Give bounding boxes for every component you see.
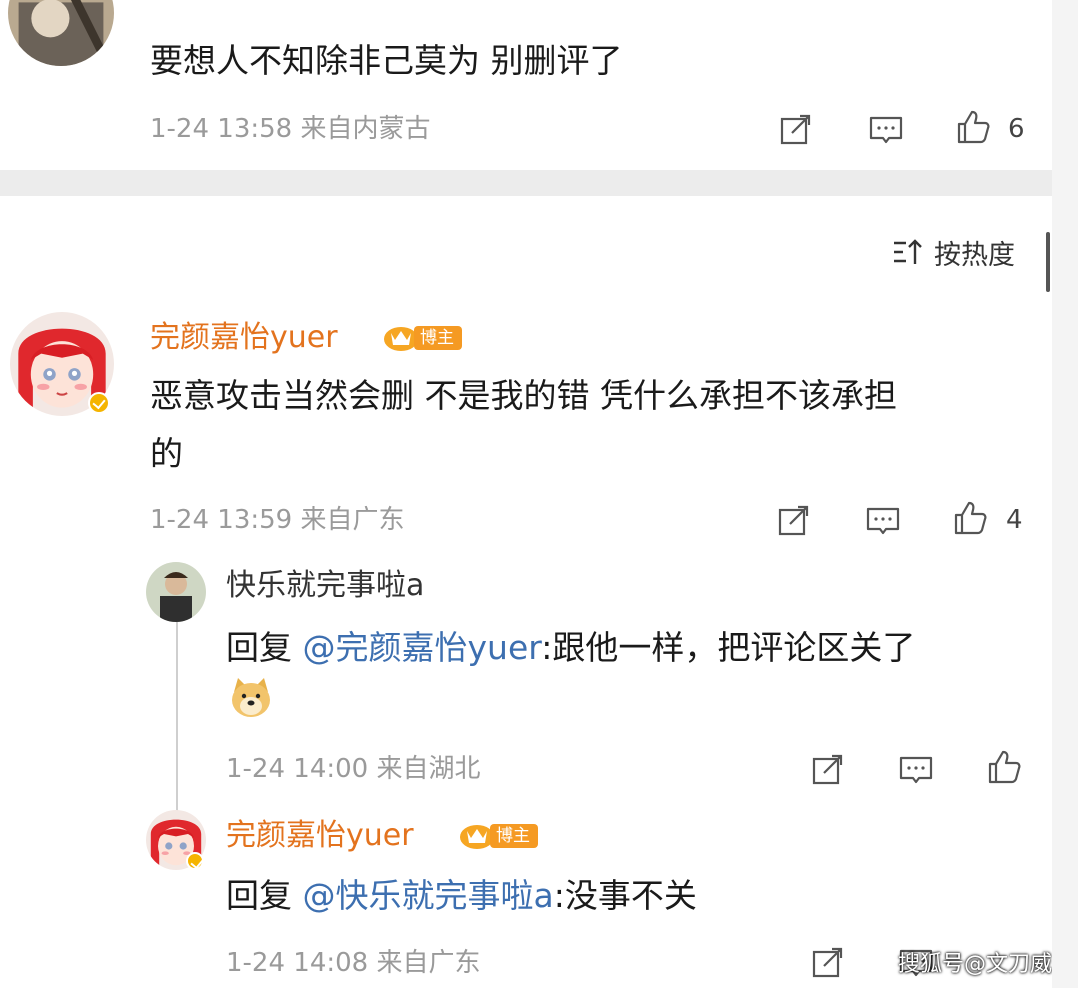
like-icon[interactable]	[955, 109, 991, 145]
like-count: 6	[1008, 114, 1025, 144]
comment-icon[interactable]	[865, 502, 901, 538]
sort-icon	[894, 239, 922, 264]
reply-text: 回复 @完颜嘉怡yuer:跟他一样，把评论区关了	[226, 628, 916, 667]
like-icon[interactable]	[952, 500, 988, 536]
verified-badge-icon	[88, 392, 110, 414]
comment-text: 要想人不知除非己莫为 别删评了	[150, 41, 623, 80]
comment-icon[interactable]	[868, 111, 904, 147]
comment-text: 恶意攻击当然会删 不是我的错 凭什么承担不该承担	[150, 376, 897, 415]
reply-meta: 1-24 14:00 来自湖北	[226, 754, 481, 784]
previous-comment: 要想人不知除非己莫为 别删评了 1-24 13:58 来自内蒙古 6	[0, 0, 1052, 170]
doge-emoji	[228, 674, 274, 720]
share-icon[interactable]	[810, 751, 846, 787]
verified-badge-icon	[186, 852, 204, 870]
comment-meta: 1-24 13:59 来自广东	[150, 505, 405, 535]
reply-meta: 1-24 14:08 来自广东	[226, 948, 481, 978]
badge-label: 博主	[414, 326, 462, 350]
blogger-badge: 博主	[458, 821, 538, 851]
sort-button[interactable]: 按热度	[892, 234, 1015, 271]
reply-text: 回复 @快乐就完事啦a:没事不关	[226, 876, 697, 915]
share-icon[interactable]	[810, 944, 846, 980]
sort-label: 按热度	[934, 239, 1015, 271]
mention-link[interactable]: @完颜嘉怡yuer	[303, 628, 542, 667]
comment-meta: 1-24 13:58 来自内蒙古	[150, 114, 431, 144]
thread-line	[176, 620, 178, 812]
like-count: 4	[1006, 505, 1023, 535]
blogger-badge: 博主	[382, 323, 462, 353]
badge-label: 博主	[490, 824, 538, 848]
scroll-thumb[interactable]	[1046, 232, 1050, 292]
scrollbar[interactable]	[1052, 0, 1078, 988]
section-divider	[0, 170, 1052, 196]
avatar[interactable]	[8, 0, 114, 66]
comment-text-line2: 的	[150, 434, 183, 473]
mention-link[interactable]: @快乐就完事啦a	[303, 876, 554, 915]
watermark: 搜狐号@文刀威	[898, 952, 1053, 977]
like-icon[interactable]	[986, 749, 1022, 785]
share-icon[interactable]	[778, 111, 814, 147]
reply-user[interactable]: 完颜嘉怡yuer	[226, 818, 414, 854]
comment-icon[interactable]	[898, 751, 934, 787]
author-name[interactable]: 完颜嘉怡yuer	[150, 320, 338, 356]
share-icon[interactable]	[776, 502, 812, 538]
reply-user[interactable]: 快乐就完事啦a	[226, 568, 424, 604]
reply-avatar[interactable]	[146, 562, 206, 622]
